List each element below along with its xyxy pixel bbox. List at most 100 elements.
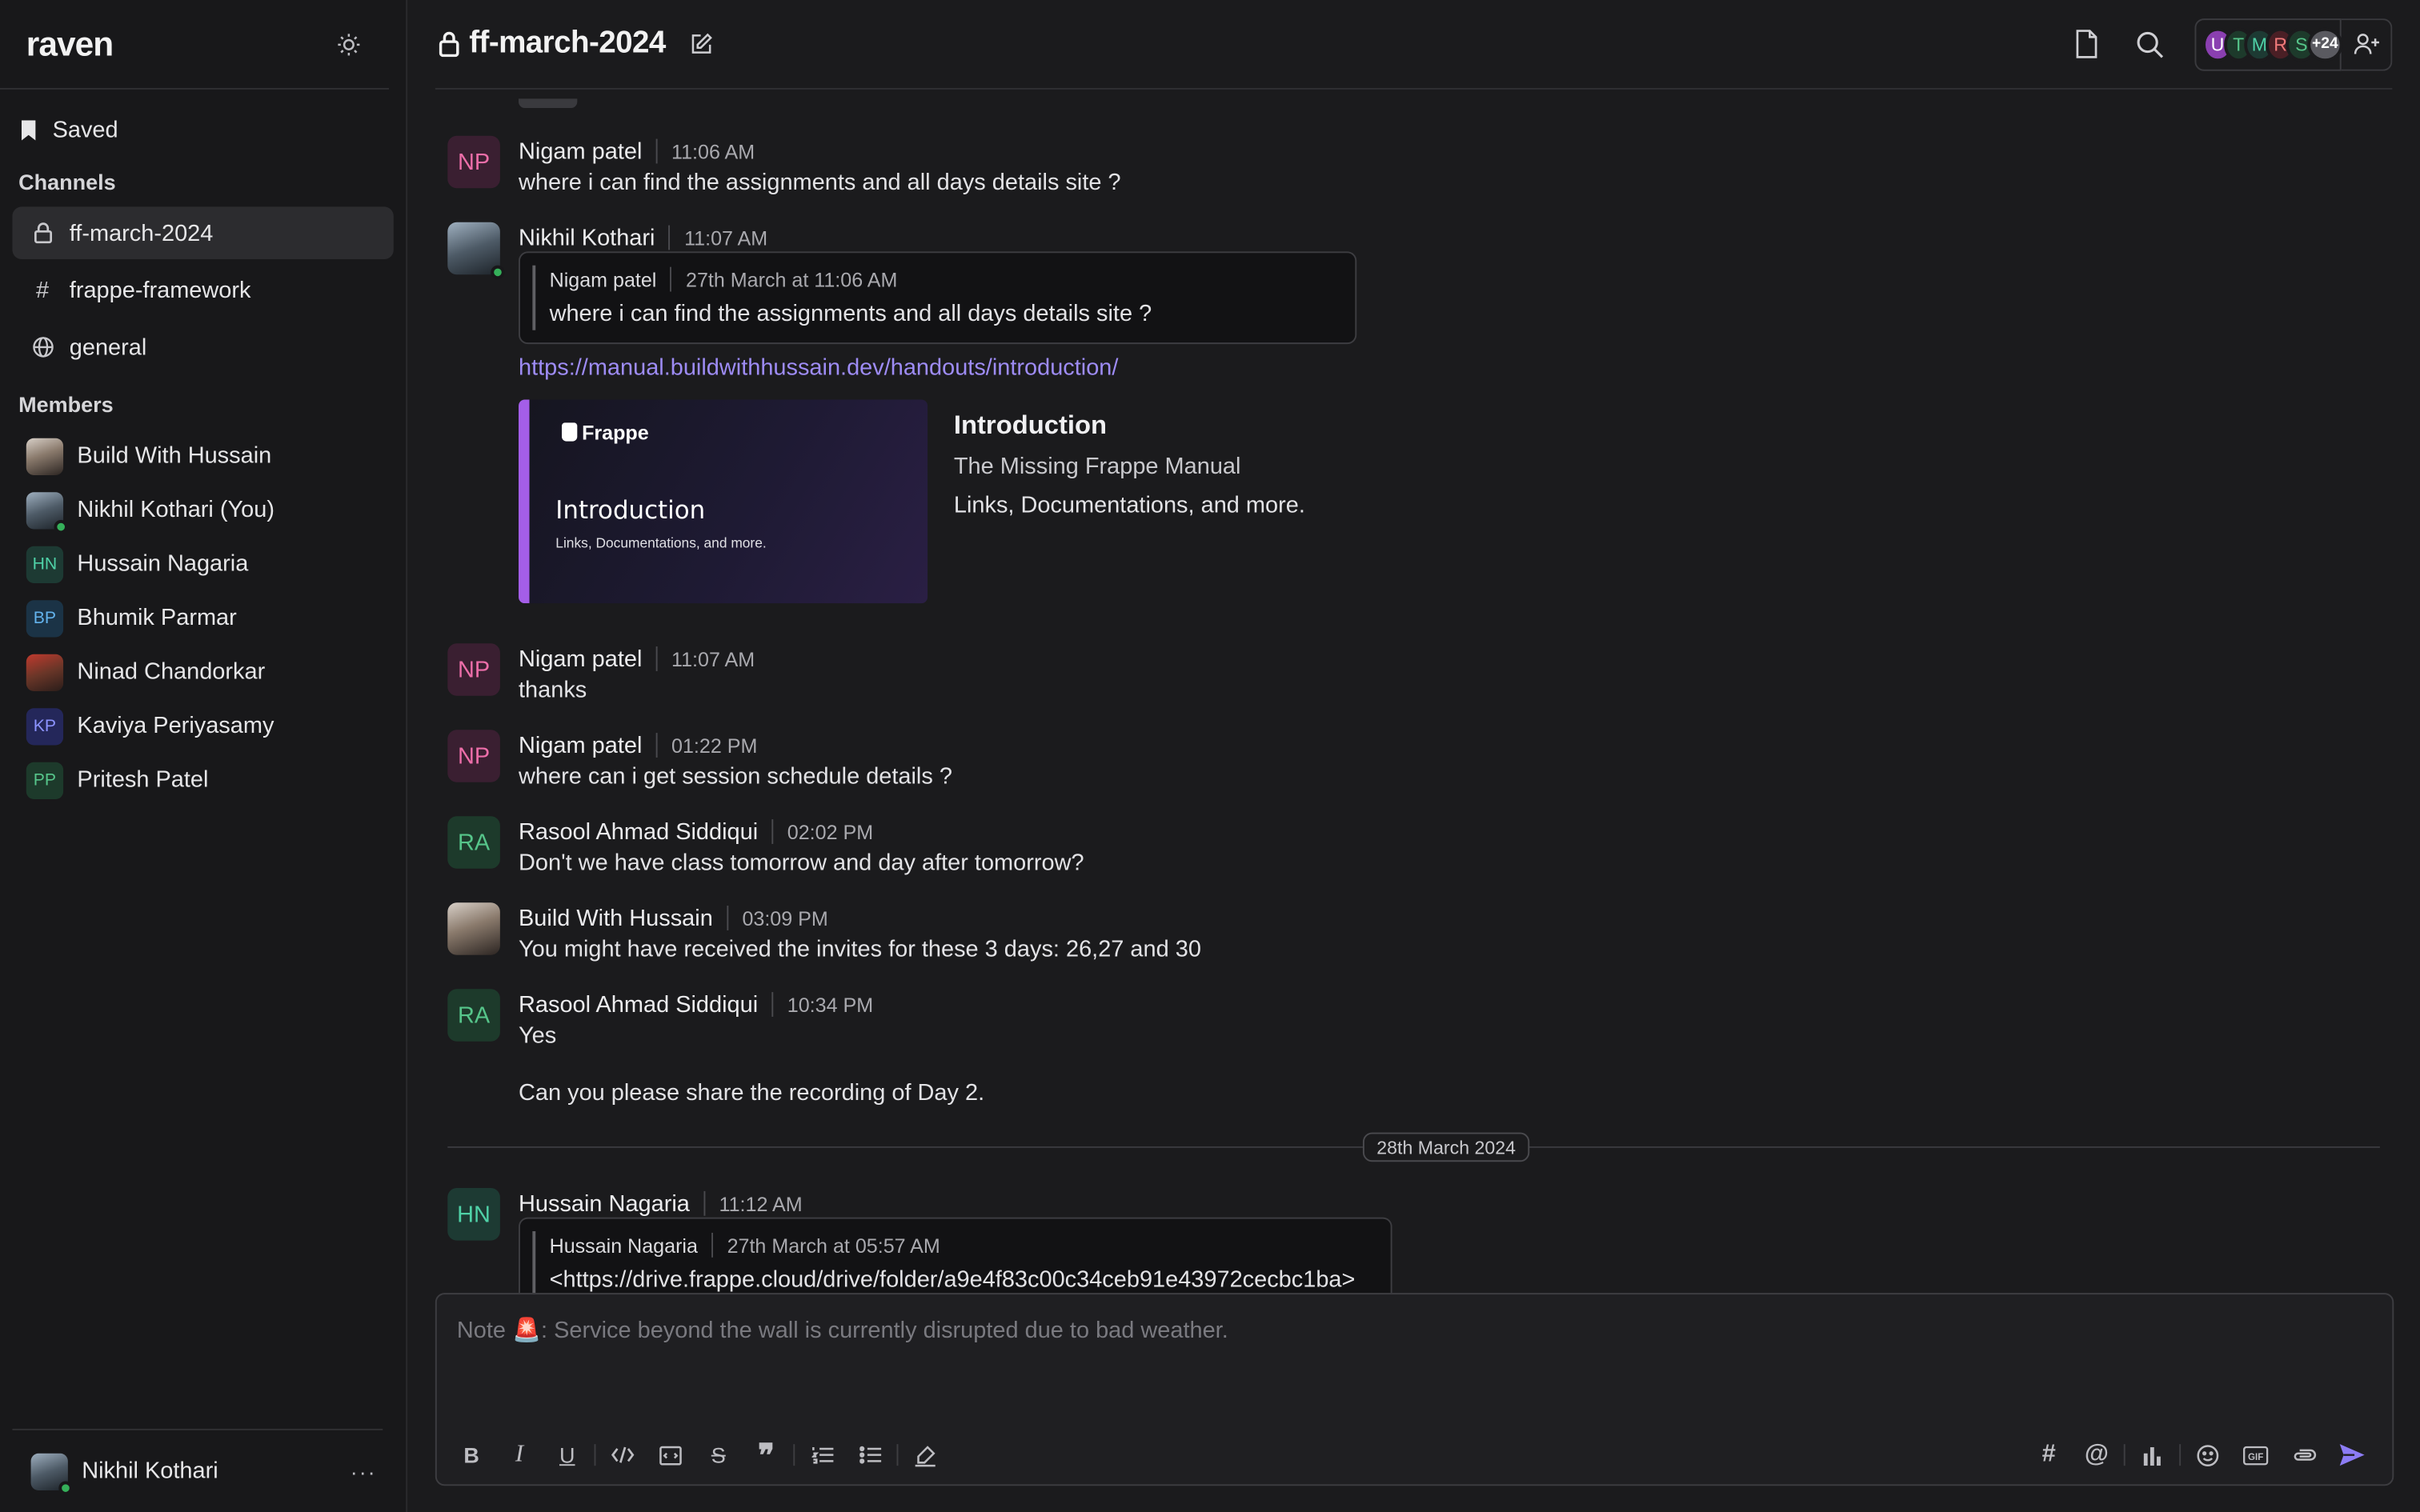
message-text: You might have received the invites for … [519, 936, 1201, 963]
sidebar-channel-ff-march-2024[interactable]: ff-march-2024 [12, 206, 394, 260]
online-status-dot [491, 265, 505, 280]
member-label: Build With Hussain [77, 442, 272, 470]
sidebar-channel-general[interactable]: general [12, 321, 393, 374]
quote-time: 27th March at 05:57 AM [727, 1233, 940, 1257]
lock-icon [439, 31, 460, 58]
message-feed[interactable]: NP Nigam patel 11:06 AM where i can find … [407, 91, 2420, 1294]
avatar: HN [447, 1188, 500, 1241]
gif-icon[interactable]: GIF [2235, 1434, 2277, 1477]
message-time: 03:09 PM [742, 906, 828, 930]
message-time: 11:06 AM [671, 139, 755, 163]
highlight-icon[interactable] [904, 1434, 946, 1477]
quote-text: where i can find the assignments and all… [549, 301, 1152, 327]
more-options-icon[interactable]: ··· [351, 1458, 377, 1483]
message-text: Can you please share the recording of Da… [519, 1080, 985, 1106]
saved-label: Saved [52, 116, 118, 143]
sender-name[interactable]: Rasool Ahmad Siddiqui [519, 991, 758, 1018]
underline-icon[interactable]: U [547, 1434, 588, 1477]
message-text: Yes [519, 1022, 557, 1050]
message-composer[interactable]: Note 🚨: Service beyond the wall is curre… [435, 1293, 2394, 1486]
message-time: 11:07 AM [671, 647, 755, 670]
member-label: Ninad Chandorkar [77, 658, 266, 686]
sidebar-member-bhumik-parmar[interactable]: BP Bhumik Parmar [0, 591, 406, 646]
current-user-row[interactable]: Nikhil Kothari ··· [12, 1428, 383, 1512]
sender-name[interactable]: Nigam patel [519, 732, 642, 758]
poll-icon[interactable] [2131, 1434, 2173, 1477]
emoji-icon[interactable] [2187, 1434, 2229, 1477]
avatar [447, 222, 505, 280]
sidebar-header: raven [0, 0, 390, 90]
message-link[interactable]: https://manual.buildwithhussain.dev/hand… [519, 355, 1118, 382]
preview-body: Links, Documentations, and more. [953, 492, 1305, 519]
user-mention-icon[interactable]: @ [2076, 1434, 2118, 1477]
avatar: RA [447, 816, 500, 869]
edit-channel-icon[interactable] [691, 33, 714, 56]
italic-icon[interactable]: I [499, 1434, 540, 1477]
reply-quote[interactable]: Hussain Nagaria 27th March at 05:57 AM <h… [519, 1217, 1392, 1294]
bold-icon[interactable]: B [451, 1434, 492, 1477]
avatar: NP [447, 730, 500, 782]
avatar: PP [26, 761, 64, 799]
member-label: Nikhil Kothari (You) [77, 497, 274, 523]
code-block-icon[interactable] [650, 1434, 691, 1477]
member-count-badge: +24 [2307, 26, 2343, 62]
add-user-icon [2353, 33, 2379, 56]
avatar [30, 1452, 73, 1494]
avatar: KP [26, 707, 64, 745]
files-icon[interactable] [2059, 16, 2114, 71]
message-header: Nikhil Kothari 11:07 AM [519, 222, 767, 254]
bullet-list-icon[interactable] [849, 1434, 891, 1477]
bookmark-icon [20, 119, 37, 140]
channel-members-button[interactable]: U T M R S +24 [2194, 18, 2343, 70]
saved-messages-link[interactable]: Saved [0, 102, 406, 157]
avatar: NP [447, 643, 500, 696]
attachment-icon[interactable] [2282, 1434, 2324, 1477]
date-divider: 28th March 2024 [447, 1132, 2380, 1162]
sidebar-channel-frappe-framework[interactable]: # frappe-framework [12, 264, 393, 317]
preview-title[interactable]: Introduction [954, 410, 1107, 442]
preview-description: The Missing Frappe Manual [953, 454, 1241, 480]
avatar [26, 437, 64, 475]
sidebar-member-hussain-nagaria[interactable]: HN Hussain Nagaria [0, 537, 406, 591]
sidebar-member-kaviya-periyasamy[interactable]: KP Kaviya Periyasamy [0, 699, 406, 754]
sidebar-member-ninad-chandorkar[interactable]: Ninad Chandorkar [0, 645, 406, 699]
code-icon[interactable] [602, 1434, 643, 1477]
message-header: Rasool Ahmad Siddiqui 02:02 PM [519, 816, 873, 847]
channel-header: ff-march-2024 U T M R S +24 [435, 0, 2393, 90]
preview-brand: Frappe [562, 422, 649, 444]
app-logo[interactable]: raven [26, 24, 114, 64]
avatar [26, 491, 68, 534]
sender-name[interactable]: Build With Hussain [519, 905, 713, 931]
message-input[interactable]: Note 🚨: Service beyond the wall is curre… [457, 1316, 1228, 1344]
member-label: Pritesh Patel [77, 766, 209, 794]
quote-time: 27th March at 11:06 AM [686, 267, 898, 291]
strikethrough-icon[interactable]: S [698, 1434, 739, 1477]
current-user-name: Nikhil Kothari [82, 1458, 218, 1485]
link-preview-image[interactable]: Frappe Introduction Links, Documentation… [519, 399, 928, 604]
message-text: Don't we have class tomorrow and day aft… [519, 850, 1084, 877]
channels-section-title[interactable]: Channels [0, 158, 406, 207]
send-icon[interactable] [2330, 1434, 2372, 1477]
avatar: RA [447, 989, 500, 1042]
sidebar-member-pritesh-patel[interactable]: PP Pritesh Patel [0, 753, 406, 807]
members-section-title[interactable]: Members [0, 379, 406, 429]
sender-name[interactable]: Nikhil Kothari [519, 225, 655, 251]
ordered-list-icon[interactable] [801, 1434, 843, 1477]
avatar: HN [26, 545, 64, 583]
message-header: Nigam patel 11:07 AM [519, 643, 755, 674]
sender-name[interactable]: Rasool Ahmad Siddiqui [519, 818, 758, 845]
channel-title: ff-march-2024 [439, 26, 714, 62]
theme-toggle-icon[interactable] [336, 32, 361, 57]
reply-quote[interactable]: Nigam patel 27th March at 11:06 AM where … [519, 251, 1357, 345]
blockquote-icon[interactable]: ❞ [746, 1434, 787, 1477]
sidebar-member-build-with-hussain[interactable]: Build With Hussain [0, 429, 406, 483]
add-member-button[interactable] [2341, 18, 2393, 70]
channel-mention-icon[interactable]: # [2028, 1434, 2069, 1477]
message-time: 11:07 AM [684, 226, 768, 250]
search-icon[interactable] [2122, 16, 2178, 71]
preview-image-title: Introduction [555, 495, 706, 525]
sidebar-member-nikhil-kothari[interactable]: Nikhil Kothari (You) [0, 483, 406, 538]
sender-name[interactable]: Nigam patel [519, 138, 642, 165]
sender-name[interactable]: Hussain Nagaria [519, 1190, 690, 1217]
sender-name[interactable]: Nigam patel [519, 646, 642, 672]
